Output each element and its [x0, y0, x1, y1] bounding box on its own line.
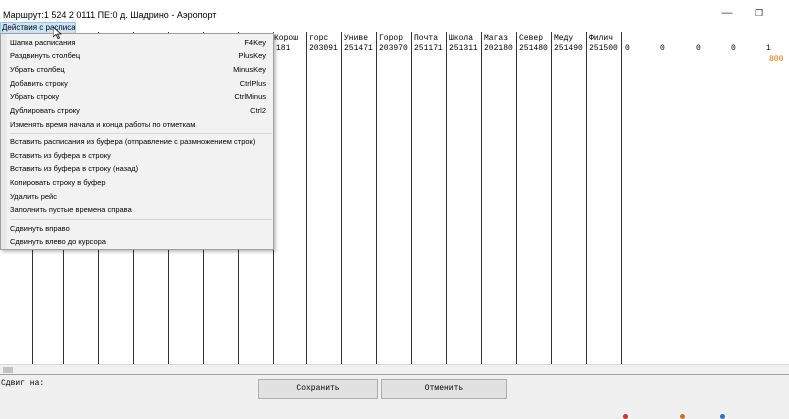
menu-item-label: Шапка расписания — [10, 38, 76, 47]
menu-item-paste-into-row[interactable]: Вставить из буфера в строку — [10, 149, 266, 162]
column-code: 251490 — [554, 44, 583, 53]
menu-item-remove-column[interactable]: Убрать столбец MinusKey — [10, 63, 266, 76]
menu-item-shift-right[interactable]: Сдвинуть вправо — [10, 222, 266, 235]
menu-item-shortcut: Ctrl2 — [250, 106, 266, 115]
menu-item-label: Вставить расписания из буфера (отправлен… — [10, 137, 256, 146]
horizontal-scrollbar[interactable] — [0, 364, 789, 374]
menu-item-label: Сдвинуть влево до курсора — [10, 237, 106, 246]
grid-cell[interactable]: 0 — [625, 44, 630, 53]
maximize-icon[interactable]: ❐ — [748, 6, 770, 20]
menu-item-schedule-header[interactable]: Шапка расписания F4Key — [10, 36, 266, 49]
status-bar — [620, 414, 789, 419]
menu-item-fill-empty-times[interactable]: Заполнить пустые времена справа — [10, 203, 266, 216]
column-code: 251171 — [414, 44, 443, 53]
column-code: 251480 — [519, 44, 548, 53]
menu-item-change-times-by-marks[interactable]: Изменять время начала и конца работы по … — [10, 118, 266, 131]
column-header[interactable]: Почта — [414, 34, 438, 43]
menu-item-label: Изменять время начала и конца работы по … — [10, 120, 196, 129]
schedule-actions-dropdown: Шапка расписания F4Key Раздвинуть столбе… — [0, 33, 274, 250]
mouse-cursor-icon — [53, 27, 62, 39]
grid-cell[interactable]: 0 — [660, 44, 665, 53]
minimize-icon[interactable]: — — [716, 6, 738, 20]
menu-item-label: Раздвинуть столбец — [10, 51, 81, 60]
column-header[interactable]: Горор — [379, 34, 403, 43]
grid-line — [341, 32, 342, 364]
grid-line — [306, 32, 307, 364]
menu-separator — [10, 133, 272, 134]
grid-line — [621, 32, 622, 364]
menu-separator — [10, 219, 272, 220]
column-header[interactable]: Меду — [554, 34, 573, 43]
column-code: 202180 — [484, 44, 513, 53]
grid-line — [481, 32, 482, 364]
menu-item-shortcut: F4Key — [244, 38, 266, 47]
status-icon — [720, 414, 725, 419]
menu-item-label: Копировать строку в буфер — [10, 178, 106, 187]
column-code: 251471 — [344, 44, 373, 53]
menu-gutter — [1, 34, 7, 249]
cancel-button[interactable]: Отменить — [381, 379, 507, 399]
menu-item-label: Вставить из буфера в строку (назад) — [10, 164, 139, 173]
menu-item-copy-row[interactable]: Копировать строку в буфер — [10, 176, 266, 189]
grid-cell[interactable]: 1 — [766, 44, 771, 53]
grid-cell[interactable]: 0 — [696, 44, 701, 53]
menu-item-label: Убрать столбец — [10, 65, 65, 74]
menu-item-label: Сдвинуть вправо — [10, 224, 70, 233]
menu-item-label: Удалить рейс — [10, 192, 57, 201]
column-header[interactable]: Корош — [274, 34, 298, 43]
grid-line — [586, 32, 587, 364]
window-title: Маршрут:1 524 2 0111 ПЕ:0 д. Шадрино - А… — [3, 10, 217, 20]
scrollbar-thumb[interactable] — [3, 367, 13, 373]
highlight-cell[interactable]: 800 — [769, 55, 783, 64]
status-icon — [680, 414, 685, 419]
column-header[interactable]: Север — [519, 34, 543, 43]
grid-line — [411, 32, 412, 364]
menu-item-shortcut: PlusKey — [238, 51, 266, 60]
column-header[interactable]: горс — [309, 34, 328, 43]
shift-label: Сдвиг на: — [1, 379, 45, 388]
grid-line — [376, 32, 377, 364]
menu-item-shortcut: CtrlMinus — [234, 92, 266, 101]
menu-item-remove-row[interactable]: Убрать строку CtrlMinus — [10, 90, 266, 103]
menu-item-shift-left-to-cursor[interactable]: Сдвинуть влево до курсора — [10, 235, 266, 248]
column-header[interactable]: Школа — [449, 34, 473, 43]
bottom-panel: Сдвиг на: Сохранить Отменить — [0, 374, 789, 419]
menu-item-add-row[interactable]: Добавить строку CtrlPlus — [10, 77, 266, 90]
grid-line — [551, 32, 552, 364]
menu-item-label: Убрать строку — [10, 92, 60, 101]
column-code: 181 — [276, 44, 291, 53]
column-header[interactable]: Магаз — [484, 34, 508, 43]
status-icon — [623, 414, 628, 419]
column-code: 203970 — [379, 44, 408, 53]
column-header[interactable]: Униве — [344, 34, 368, 43]
save-button[interactable]: Сохранить — [258, 379, 378, 399]
menu-item-shortcut: CtrlPlus — [239, 79, 266, 88]
column-code: 251311 — [449, 44, 478, 53]
grid-line — [516, 32, 517, 364]
menu-item-paste-into-row-back[interactable]: Вставить из буфера в строку (назад) — [10, 162, 266, 175]
column-code: 203091 — [309, 44, 338, 53]
menu-item-label: Добавить строку — [10, 79, 68, 88]
grid-line — [446, 32, 447, 364]
grid-cell[interactable]: 0 — [731, 44, 736, 53]
column-header[interactable]: Филич — [589, 34, 613, 43]
menu-item-label: Заполнить пустые времена справа — [10, 205, 132, 214]
menu-item-label: Дублировать строку — [10, 106, 80, 115]
menu-item-paste-schedules[interactable]: Вставить расписания из буфера (отправлен… — [10, 135, 266, 148]
menu-item-duplicate-row[interactable]: Дублировать строку Ctrl2 — [10, 104, 266, 117]
column-code: 251500 — [589, 44, 618, 53]
menu-item-delete-trip[interactable]: Удалить рейс — [10, 190, 266, 203]
menu-item-shortcut: MinusKey — [233, 65, 266, 74]
menu-item-expand-column[interactable]: Раздвинуть столбец PlusKey — [10, 49, 266, 62]
menu-item-label: Вставить из буфера в строку — [10, 151, 111, 160]
